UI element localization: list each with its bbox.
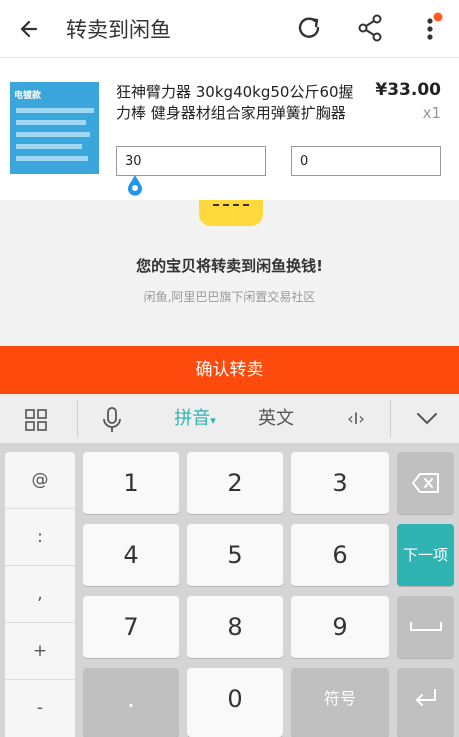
grid-menu-icon[interactable] [24, 408, 48, 432]
keyboard-toolbar: 拼音▾ 英文 ‹I› [0, 394, 459, 444]
symbol-column: @ : , + - [5, 452, 75, 737]
pinyin-mode-button[interactable]: 拼音▾ [160, 394, 230, 444]
thumbnail-label: 电镀款 [14, 91, 42, 101]
header-bar: 转卖到闲鱼 [0, 0, 459, 58]
xianyu-logo-icon [199, 200, 263, 226]
pinyin-label: 拼音 [174, 408, 211, 429]
space-bar-icon [409, 622, 442, 631]
return-button[interactable] [397, 668, 454, 737]
refresh-icon[interactable] [292, 11, 326, 45]
space-button[interactable] [397, 596, 454, 658]
price-input[interactable]: 30 [116, 146, 266, 176]
product-thumbnail: 电镀款 [10, 82, 99, 174]
backspace-button[interactable] [397, 452, 454, 514]
digit-key-4[interactable]: 4 [83, 524, 179, 586]
numeric-keyboard: @ : , + - 1 2 3 4 5 6 下一项 7 8 9 . 0 符号 [0, 444, 459, 737]
digit-key-2[interactable]: 2 [187, 452, 283, 514]
digit-key-1[interactable]: 1 [83, 452, 179, 514]
symbol-key[interactable]: , [5, 566, 75, 623]
digit-key-9[interactable]: 9 [291, 596, 389, 658]
digit-key-5[interactable]: 5 [187, 524, 283, 586]
return-arrow-icon [415, 689, 436, 706]
product-card: 电镀款 狂神臂力器 30kg40kg50公斤60握力棒 健身器材组合家用弹簧扩胸… [0, 58, 459, 200]
dropdown-caret-icon: ▾ [210, 414, 216, 427]
more-options-icon[interactable] [418, 11, 446, 45]
digit-key-3[interactable]: 3 [291, 452, 389, 514]
digit-key-8[interactable]: 8 [187, 596, 283, 658]
promo-headline: 您的宝贝将转卖到闲鱼换钱! [136, 257, 323, 275]
symbol-key[interactable]: - [5, 680, 75, 737]
microphone-icon[interactable] [99, 406, 125, 434]
symbol-keyboard-button[interactable]: 符号 [291, 668, 389, 737]
symbol-key[interactable]: : [5, 509, 75, 566]
digit-key-6[interactable]: 6 [291, 524, 389, 586]
notification-dot-icon [433, 12, 443, 22]
collapse-keyboard-icon[interactable] [414, 410, 440, 428]
decimal-point-key[interactable]: . [83, 668, 179, 737]
product-price: ¥33.00 [375, 80, 441, 100]
english-mode-button[interactable]: 英文 [244, 394, 308, 444]
cursor-move-button[interactable]: ‹I› [326, 394, 386, 444]
symbol-key[interactable]: @ [5, 452, 75, 509]
promo-subline: 闲鱼,阿里巴巴旗下闲置交易社区 [143, 290, 316, 304]
symbol-key[interactable]: + [5, 623, 75, 680]
next-field-button[interactable]: 下一项 [397, 524, 454, 586]
text-cursor-handle-icon[interactable] [125, 173, 145, 197]
shipping-input[interactable]: 0 [291, 146, 441, 176]
confirm-resell-button[interactable]: 确认转卖 [0, 346, 459, 394]
digit-key-7[interactable]: 7 [83, 596, 179, 658]
digit-key-0[interactable]: 0 [187, 668, 283, 737]
backspace-icon [411, 473, 439, 493]
page-title: 转卖到闲鱼 [66, 18, 171, 42]
promo-area: 您的宝贝将转卖到闲鱼换钱! 闲鱼,阿里巴巴旗下闲置交易社区 [0, 200, 459, 346]
product-quantity: x1 [422, 104, 441, 122]
product-name: 狂神臂力器 30kg40kg50公斤60握力棒 健身器材组合家用弹簧扩胸器 [116, 83, 354, 122]
share-icon[interactable] [355, 11, 385, 45]
back-arrow-icon[interactable] [14, 13, 46, 45]
